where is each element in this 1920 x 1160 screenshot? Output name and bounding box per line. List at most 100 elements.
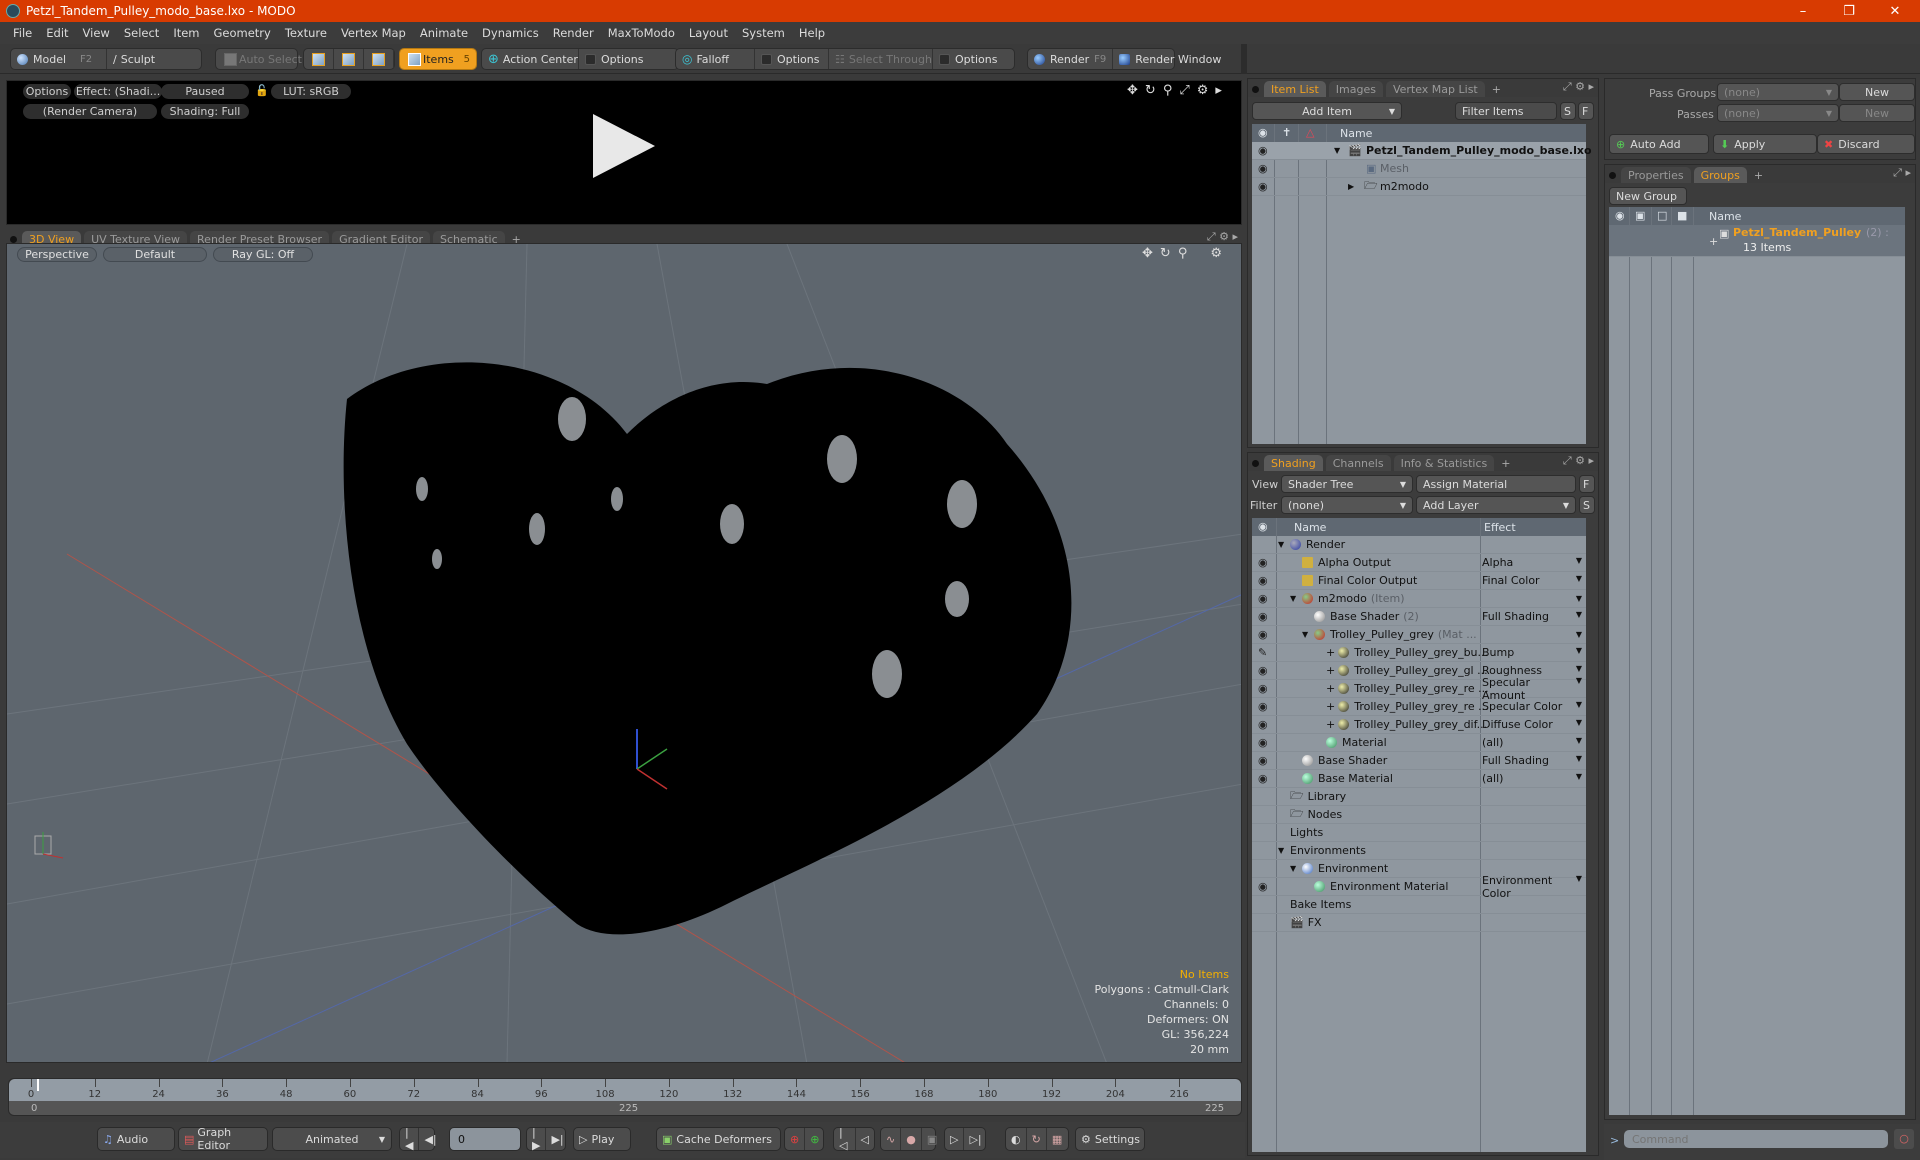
lock-column-icon[interactable]: ✝ xyxy=(1282,126,1291,139)
zoom-icon[interactable]: ⚲ xyxy=(1178,246,1188,261)
effect-dropdown[interactable]: ▼ xyxy=(1482,594,1582,603)
prev-key-button[interactable]: ◀| xyxy=(419,1128,441,1150)
restore-button[interactable]: ❐ xyxy=(1826,0,1872,22)
key-selected-icon[interactable]: ◐ xyxy=(1006,1128,1027,1150)
select-through-button[interactable]: ☷ Select Through xyxy=(829,49,933,69)
3d-viewport[interactable]: Perspective Default Ray GL: Off ✥ ↻ ⚲ ⚙ … xyxy=(6,243,1242,1063)
model-mode-button[interactable]: Model F2 xyxy=(11,49,107,69)
raygl-dropdown[interactable]: Ray GL: Off xyxy=(213,247,313,262)
falloff-button[interactable]: ◎ Falloff xyxy=(676,49,755,69)
shader-row[interactable]: ◉ Base Shader Full Shading ▼ xyxy=(1252,752,1586,770)
discard-button[interactable]: ✖ Discard xyxy=(1817,134,1915,154)
effect-dropdown[interactable]: Final Color ▼ xyxy=(1482,574,1582,587)
shader-row[interactable]: Bake Items xyxy=(1252,896,1586,914)
add-tab-button[interactable]: + xyxy=(1497,455,1514,471)
step-forward-button[interactable]: ▷ xyxy=(945,1128,965,1150)
audio-button[interactable]: ♫ Audio xyxy=(97,1127,175,1151)
shader-row[interactable]: ◉ Alpha Output Alpha ▼ xyxy=(1252,554,1586,572)
shader-row[interactable]: Lights xyxy=(1252,824,1586,842)
play-render-icon[interactable] xyxy=(593,114,655,178)
gear-icon[interactable]: ⚙ xyxy=(1197,83,1209,98)
apply-button[interactable]: ⬇ Apply xyxy=(1713,134,1817,154)
export-key-icon[interactable]: ⊕ xyxy=(785,1128,806,1150)
pan-icon[interactable]: ✥ xyxy=(1142,246,1153,261)
tab-channels[interactable]: Channels xyxy=(1325,455,1391,471)
tab-properties[interactable]: Properties xyxy=(1621,167,1691,183)
effect-dropdown[interactable]: (all) ▼ xyxy=(1482,736,1582,749)
menu-animate[interactable]: Animate xyxy=(413,26,475,40)
group-row[interactable]: + ▣ Petzl_Tandem_Pulley (2) : 13 Items xyxy=(1609,225,1905,257)
eye-icon[interactable]: ◉ xyxy=(1258,556,1270,569)
pass-groups-dropdown[interactable]: (none) ▼ xyxy=(1717,83,1839,101)
effect-dropdown[interactable]: Alpha ▼ xyxy=(1482,556,1582,569)
collapse-arrow-icon[interactable]: ▼ xyxy=(1290,864,1296,873)
timeline[interactable]: 0 12 24 36 48 60 72 84 96 108 120 132 144 156 168 180 19… xyxy=(8,1078,1242,1116)
zoom-icon[interactable]: ⚲ xyxy=(1163,83,1173,98)
tab-groups[interactable]: Groups xyxy=(1693,167,1747,183)
expand-arrow-icon[interactable]: ▸ xyxy=(1215,83,1222,98)
s-button[interactable]: S xyxy=(1560,102,1576,120)
auto-select-button[interactable]: Auto Select xyxy=(216,49,308,69)
visibility-column-icon[interactable]: ◉ xyxy=(1258,126,1268,139)
menu-item[interactable]: Item xyxy=(166,26,206,40)
polygons-mode-button[interactable] xyxy=(364,49,394,69)
minimize-button[interactable]: – xyxy=(1780,0,1826,22)
shader-row[interactable]: ◉ + Trolley_Pulley_grey_dif... Diffuse Colo… xyxy=(1252,716,1586,734)
shader-row[interactable]: Environments ▼ xyxy=(1252,842,1586,860)
menu-texture[interactable]: Texture xyxy=(278,26,334,40)
view-dropdown[interactable]: Shader Tree ▼ xyxy=(1281,475,1413,493)
add-tab-button[interactable]: + xyxy=(1488,81,1505,97)
viewport-panel-controls[interactable]: ⤢ ⚙ ▸ xyxy=(1207,230,1238,244)
eye-icon[interactable]: ◉ xyxy=(1258,682,1270,695)
f-button[interactable]: F xyxy=(1579,475,1595,493)
menu-edit[interactable]: Edit xyxy=(39,26,75,40)
eye-icon[interactable]: ◉ xyxy=(1258,180,1270,193)
falloff-options-button[interactable]: Options xyxy=(755,49,829,69)
panel-menu-icon[interactable] xyxy=(1609,172,1616,179)
expand-plus-icon[interactable]: + xyxy=(1326,718,1335,731)
collapse-arrow-icon[interactable]: ▼ xyxy=(1278,846,1284,855)
first-frame-button[interactable]: |◀ xyxy=(400,1126,420,1152)
menu-render[interactable]: Render xyxy=(546,26,601,40)
name-column-header[interactable]: Name xyxy=(1294,521,1326,534)
maximize-icon[interactable]: ⤢ xyxy=(1179,83,1189,98)
select-column-icon[interactable]: ■ xyxy=(1677,209,1687,222)
graph-editor-button[interactable]: ▤ Graph Editor xyxy=(178,1126,268,1152)
tab-images[interactable]: Images xyxy=(1328,81,1383,97)
menu-file[interactable]: File xyxy=(6,26,39,40)
animated-dropdown[interactable]: Animated ▼ xyxy=(272,1127,392,1151)
expand-plus-icon[interactable]: + xyxy=(1709,235,1718,248)
panel-controls[interactable]: ⤢ ⚙ ▸ xyxy=(1563,454,1594,468)
passes-dropdown[interactable]: (none) ▼ xyxy=(1717,104,1839,122)
add-tab-button[interactable]: + xyxy=(1750,167,1767,183)
new-pass-button[interactable]: New xyxy=(1839,104,1915,122)
key-channels-icon[interactable]: ▣ xyxy=(922,1128,942,1150)
last-frame-button[interactable]: ▶| xyxy=(546,1128,568,1150)
eye-icon[interactable]: ◉ xyxy=(1258,754,1270,767)
record-macro-icon[interactable]: ○ xyxy=(1894,1129,1914,1149)
lut-dropdown[interactable]: LUT: sRGB xyxy=(271,84,351,99)
current-frame-input[interactable]: 0 xyxy=(449,1127,521,1151)
style-dropdown[interactable]: Default xyxy=(103,247,207,262)
eye-icon[interactable]: ◉ xyxy=(1258,574,1270,587)
timeline-ruler[interactable]: 0 12 24 36 48 60 72 84 96 108 120 132 144 156 168 180 19… xyxy=(9,1079,1241,1101)
collapse-arrow-icon[interactable]: ▼ xyxy=(1290,594,1296,603)
render-column-icon[interactable]: ▣ xyxy=(1635,209,1645,222)
render-camera-dropdown[interactable]: (Render Camera) xyxy=(23,104,157,119)
visibility-column-icon[interactable]: ◉ xyxy=(1258,520,1268,533)
menu-dynamics[interactable]: Dynamics xyxy=(475,26,546,40)
tab-info-statistics[interactable]: Info & Statistics xyxy=(1393,455,1495,471)
render-window-button[interactable]: Render Window xyxy=(1113,49,1227,69)
eye-icon[interactable]: ◉ xyxy=(1258,718,1270,731)
collapse-arrow-icon[interactable]: ▼ xyxy=(1334,146,1340,155)
eye-icon[interactable]: ◉ xyxy=(1258,628,1270,641)
collapse-arrow-icon[interactable]: ▼ xyxy=(1302,630,1308,639)
perspective-dropdown[interactable]: Perspective xyxy=(17,247,97,262)
key-delete-icon[interactable]: ▦ xyxy=(1047,1128,1067,1150)
expand-arrow-icon[interactable]: ▶ xyxy=(1348,182,1354,191)
eye-icon[interactable]: ◉ xyxy=(1258,736,1270,749)
render-options-button[interactable]: Options xyxy=(23,84,71,99)
eye-icon[interactable]: ◉ xyxy=(1258,700,1270,713)
eye-icon[interactable]: ◉ xyxy=(1258,162,1270,175)
effect-dropdown[interactable]: Diffuse Color ▼ xyxy=(1482,718,1582,731)
